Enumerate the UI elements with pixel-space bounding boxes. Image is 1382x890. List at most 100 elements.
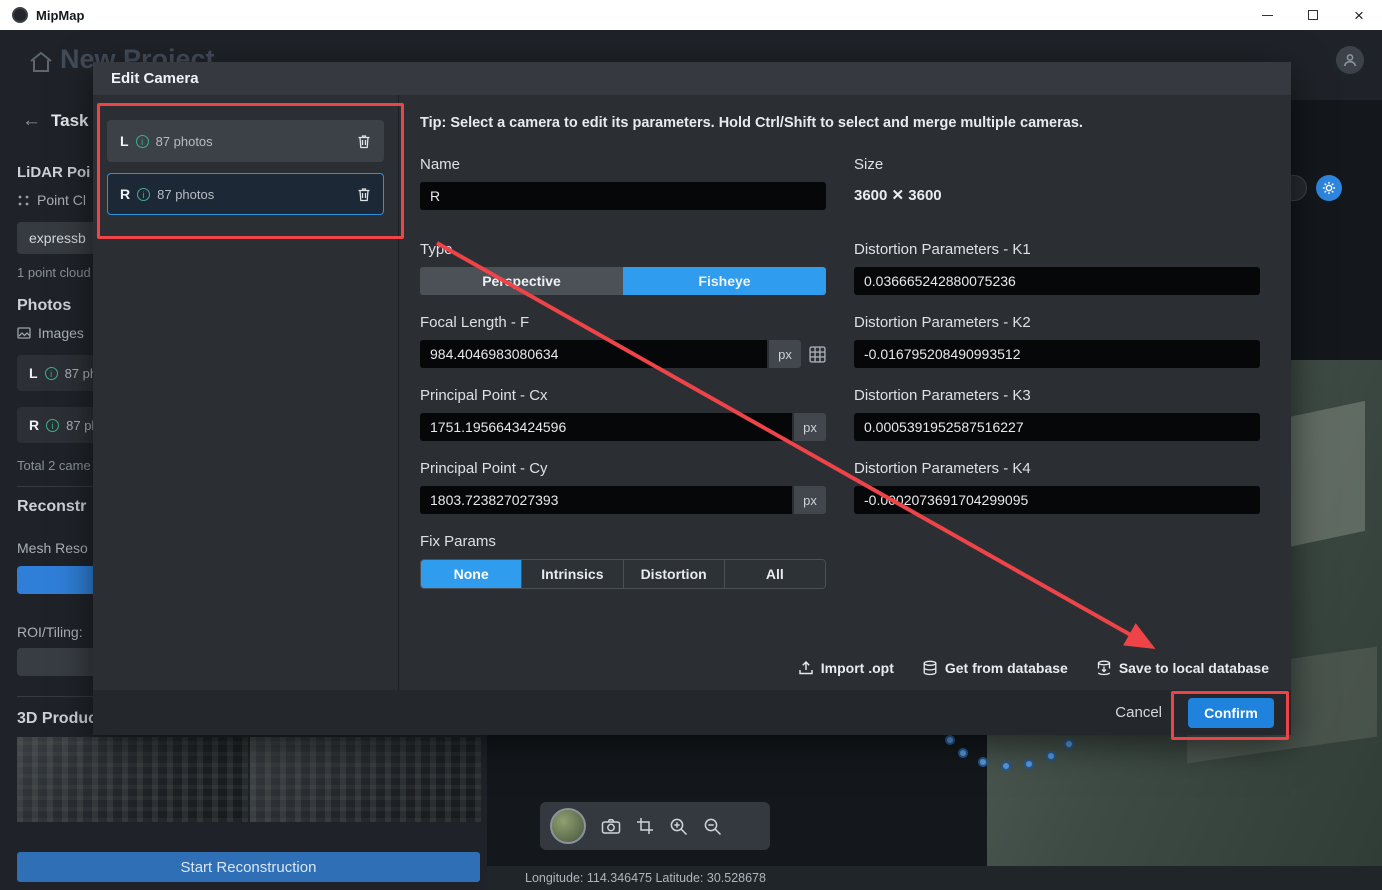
photo-position-dot[interactable] [958, 748, 968, 758]
type-toggle: Perspective Fisheye [420, 267, 826, 295]
roi-tiling-label: ROI/Tiling: [17, 624, 83, 640]
photo-position-dot[interactable] [1046, 751, 1056, 761]
save-to-database-link[interactable]: Save to local database [1096, 660, 1269, 676]
fix-option-none[interactable]: None [421, 560, 521, 588]
map-statusbar: Longitude: 114.346475 Latitude: 30.52867… [487, 866, 1382, 890]
camera-list-item-l[interactable]: L i 87 photos [107, 120, 384, 162]
fix-option-intrinsics[interactable]: Intrinsics [521, 560, 622, 588]
distortion-k2-input[interactable] [854, 340, 1260, 368]
distortion-k4-input[interactable] [854, 486, 1260, 514]
distortion-k4-label: Distortion Parameters - K4 [854, 460, 1260, 477]
database-links-row: Import .opt Get from database Save to lo… [420, 660, 1269, 676]
zoom-out-icon[interactable] [703, 817, 722, 836]
delete-camera-button[interactable] [357, 187, 371, 202]
name-field-row: Name [420, 156, 826, 210]
start-reconstruction-label: Start Reconstruction [181, 859, 317, 876]
database-icon [922, 660, 938, 676]
lidar-section-title: LiDAR Poi [17, 164, 90, 181]
principal-cy-input[interactable] [420, 486, 792, 514]
maximize-icon [1308, 10, 1318, 20]
photo-position-dot[interactable] [1064, 739, 1074, 749]
principal-cx-input[interactable] [420, 413, 792, 441]
camera-icon[interactable] [601, 817, 621, 835]
fix-params-label: Fix Params [420, 533, 826, 550]
px-unit: px [794, 413, 826, 441]
point-cloud-item[interactable]: Point Cl [17, 192, 86, 208]
name-label: Name [420, 156, 826, 173]
import-opt-link[interactable]: Import .opt [798, 660, 894, 676]
start-reconstruction-button[interactable]: Start Reconstruction [17, 852, 480, 882]
total-cameras-text: Total 2 came [17, 458, 91, 473]
type-option-fisheye[interactable]: Fisheye [623, 267, 826, 295]
edit-camera-dialog: Edit Camera L i 87 photos R i 87 photos [93, 62, 1291, 735]
get-from-database-label: Get from database [945, 660, 1068, 676]
cx-field-row: Principal Point - Cx px [420, 387, 826, 441]
form-left-column: Name Type Perspective Fisheye Focal Leng… [420, 156, 826, 608]
home-icon[interactable] [28, 50, 54, 74]
close-button[interactable]: × [1336, 0, 1382, 30]
size-label: Size [854, 156, 1260, 173]
camera-photo-count: 87 photos [157, 187, 214, 202]
confirm-button[interactable]: Confirm [1188, 698, 1274, 728]
dialog-tip: Tip: Select a camera to edit its paramet… [420, 115, 1269, 131]
photo-position-dot[interactable] [945, 735, 955, 745]
k1-field-row: Distortion Parameters - K1 [854, 241, 1260, 295]
distortion-k1-label: Distortion Parameters - K1 [854, 241, 1260, 258]
mesh-resolution-label: Mesh Reso [17, 540, 88, 556]
task-back-row[interactable]: ← Task [22, 110, 89, 132]
import-opt-label: Import .opt [821, 660, 894, 676]
photo-preview-avatar[interactable] [550, 808, 586, 844]
mesh-resolution-text: Mesh Reso [17, 540, 88, 556]
zoom-in-icon[interactable] [669, 817, 688, 836]
fix-option-distortion[interactable]: Distortion [623, 560, 724, 588]
k4-field-row: Distortion Parameters - K4 [854, 460, 1260, 514]
window-titlebar: MipMap × [0, 0, 1382, 30]
cancel-button[interactable]: Cancel [1115, 704, 1162, 721]
minimize-icon [1262, 15, 1273, 16]
camera-name: R [29, 417, 39, 433]
import-opt-icon [798, 660, 814, 676]
delete-camera-button[interactable] [357, 134, 371, 149]
user-avatar[interactable] [1336, 46, 1364, 74]
photo-position-dot[interactable] [978, 757, 988, 767]
type-field-row: Type Perspective Fisheye [420, 241, 826, 295]
focal-field-row: Focal Length - F px [420, 314, 826, 368]
dialog-title: Edit Camera [111, 70, 199, 87]
save-to-database-label: Save to local database [1119, 660, 1269, 676]
type-option-perspective[interactable]: Perspective [420, 267, 623, 295]
camera-list-item-r[interactable]: R i 87 photos [107, 173, 384, 215]
minimize-button[interactable] [1244, 0, 1290, 30]
crop-icon[interactable] [636, 817, 654, 835]
camera-form-panel: Tip: Select a camera to edit its paramet… [399, 95, 1291, 690]
k2-field-row: Distortion Parameters - K2 [854, 314, 1260, 368]
fix-option-all[interactable]: All [724, 560, 825, 588]
dialog-header: Edit Camera [93, 62, 1291, 95]
info-icon: i [45, 367, 58, 380]
calculator-icon[interactable] [809, 346, 826, 363]
save-database-icon [1096, 660, 1112, 676]
roi-tiling-text: ROI/Tiling: [17, 624, 83, 640]
app-window: MipMap × New Project ← Task LiDAR Poi Po… [0, 0, 1382, 890]
products-section-title: 3D Produc [17, 710, 97, 728]
principal-cy-label: Principal Point - Cy [420, 460, 826, 477]
distortion-k3-input[interactable] [854, 413, 1260, 441]
point-cloud-icon [17, 194, 30, 207]
type-label: Type [420, 241, 826, 258]
maximize-button[interactable] [1290, 0, 1336, 30]
get-from-database-link[interactable]: Get from database [922, 660, 1068, 676]
dialog-body: L i 87 photos R i 87 photos Ti [93, 95, 1291, 690]
photo-position-dot[interactable] [1001, 761, 1011, 771]
product-thumbnail[interactable] [250, 737, 481, 822]
distortion-k1-input[interactable] [854, 267, 1260, 295]
fix-params-segmented: None Intrinsics Distortion All [420, 559, 826, 589]
pointcloud-file-label: expressb [29, 230, 86, 246]
name-input[interactable] [420, 182, 826, 210]
photo-position-dot[interactable] [1024, 759, 1034, 769]
user-icon [1343, 53, 1357, 67]
focal-length-input[interactable] [420, 340, 767, 368]
map-settings-button[interactable] [1316, 175, 1342, 201]
product-thumbnail[interactable] [17, 737, 248, 822]
images-item[interactable]: Images [17, 325, 84, 341]
point-cloud-label: Point Cl [37, 192, 86, 208]
gear-icon [1322, 181, 1336, 195]
